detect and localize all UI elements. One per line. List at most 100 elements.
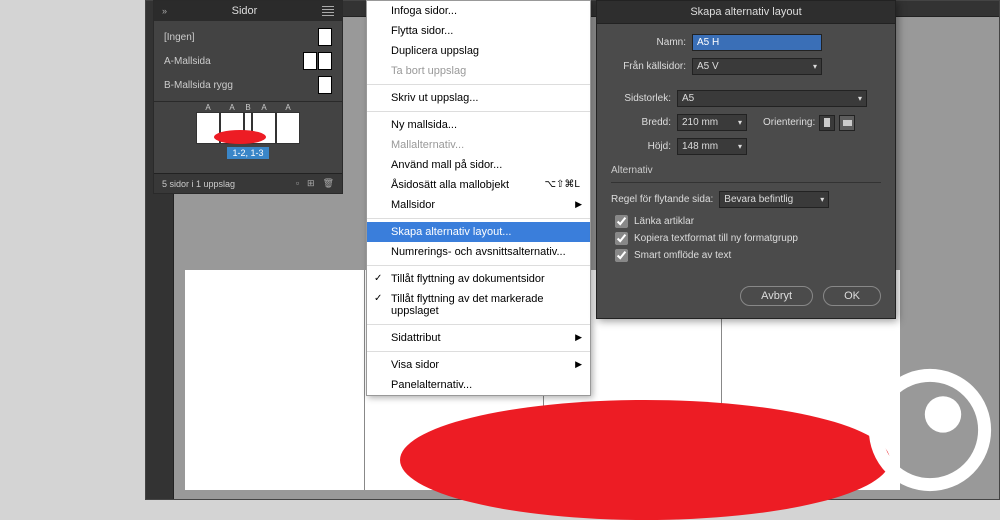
menu-master-pages[interactable]: Mallsidor▶	[367, 195, 590, 215]
menu-override-master[interactable]: Åsidosätt alla mallobjekt⌥⇧⌘L	[367, 175, 590, 195]
submenu-arrow-icon: ▶	[575, 332, 582, 343]
dialog-body: Namn: Från källsidor: A5 V▾ Sidstorlek: …	[597, 24, 895, 276]
liquid-rule-row: Regel för flytande sida: Bevara befintli…	[611, 191, 881, 208]
new-page-icon[interactable]: ⊞	[307, 178, 315, 189]
smart-reflow-label: Smart omflöde av text	[634, 250, 731, 261]
source-label: Från källsidor:	[611, 61, 686, 72]
check-icon: ✓	[374, 273, 382, 284]
pages-panel: » Sidor [Ingen] A-Mallsida B-Mallsida ry…	[153, 0, 343, 194]
name-label: Namn:	[611, 37, 686, 48]
master-thumb	[318, 28, 332, 46]
name-input[interactable]	[692, 34, 822, 51]
master-none-row[interactable]: [Ingen]	[154, 25, 342, 49]
link-stories-row[interactable]: Länka artiklar	[615, 215, 881, 228]
check-icon: ✓	[374, 293, 382, 304]
master-label: A-Mallsida	[164, 56, 211, 67]
dialog-title: Skapa alternativ layout	[597, 1, 895, 24]
footer-icons: ▫ ⊞ 🗑	[296, 178, 334, 189]
source-row: Från källsidor: A5 V▾	[611, 58, 881, 75]
panel-footer: 5 sidor i 1 uppslag ▫ ⊞ 🗑	[154, 173, 342, 193]
menu-allow-doc-shuffle[interactable]: ✓Tillåt flyttning av dokumentsidor	[367, 269, 590, 289]
panel-context-menu: Infoga sidor... Flytta sidor... Duplicer…	[366, 0, 591, 396]
master-thumb	[318, 76, 332, 94]
smart-reflow-row[interactable]: Smart omflöde av text	[615, 249, 881, 262]
menu-print-spread[interactable]: Skriv ut uppslag...	[367, 88, 590, 108]
copy-styles-checkbox[interactable]	[615, 232, 628, 245]
chevron-down-icon: ▾	[820, 195, 824, 204]
menu-new-master[interactable]: Ny mallsida...	[367, 115, 590, 135]
menu-separator	[367, 111, 590, 112]
width-input[interactable]: 210 mm▾	[677, 114, 747, 131]
pagesize-select[interactable]: A5▾	[677, 90, 867, 107]
edit-page-size-icon[interactable]: ▫	[296, 178, 299, 189]
stepper-icon: ▾	[738, 142, 742, 151]
page-numbers-label[interactable]: 1-2, 1-3	[227, 147, 268, 159]
menu-separator	[367, 324, 590, 325]
section-divider	[611, 182, 881, 183]
pages-area[interactable]: A A B A A 1-2, 1-3	[154, 106, 342, 169]
master-label: B-Mallsida rygg	[164, 80, 233, 91]
footer-status: 5 sidor i 1 uppslag	[162, 179, 235, 189]
brand-logo-icon	[865, 365, 995, 495]
menu-panel-options[interactable]: Panelalternativ...	[367, 375, 590, 395]
create-alternate-layout-dialog: Skapa alternativ layout Namn: Från källs…	[596, 0, 896, 319]
menu-allow-spread-shuffle[interactable]: ✓Tillåt flyttning av det markerade uppsl…	[367, 289, 590, 321]
shortcut-label: ⌥⇧⌘L	[545, 179, 580, 190]
submenu-arrow-icon: ▶	[575, 359, 582, 370]
red-ellipse-thumb	[214, 130, 266, 144]
menu-separator	[367, 351, 590, 352]
master-thumb-spread	[303, 52, 332, 70]
page-thumb[interactable]: A	[276, 112, 300, 144]
submenu-arrow-icon: ▶	[575, 199, 582, 210]
panel-header: » Sidor	[154, 1, 342, 21]
link-stories-label: Länka artiklar	[634, 216, 694, 227]
source-select[interactable]: A5 V▾	[692, 58, 822, 75]
master-b-row[interactable]: B-Mallsida rygg	[154, 73, 342, 97]
orientation-group: Orientering:	[763, 115, 855, 131]
menu-view-pages[interactable]: Visa sidor▶	[367, 355, 590, 375]
orientation-portrait-button[interactable]	[819, 115, 835, 131]
ok-button[interactable]: OK	[823, 286, 881, 306]
trash-icon[interactable]: 🗑	[323, 178, 334, 189]
dialog-button-row: Avbryt OK	[597, 276, 895, 318]
cancel-button[interactable]: Avbryt	[740, 286, 813, 306]
chevron-down-icon: ▾	[858, 94, 862, 103]
panel-menu-icon[interactable]	[322, 6, 334, 16]
menu-separator	[367, 84, 590, 85]
menu-duplicate-spread[interactable]: Duplicera uppslag	[367, 41, 590, 61]
options-section-label: Alternativ	[611, 165, 881, 176]
menu-create-alternate-layout[interactable]: Skapa alternativ layout...	[367, 222, 590, 242]
menu-apply-master[interactable]: Använd mall på sidor...	[367, 155, 590, 175]
collapse-chevrons-icon[interactable]: »	[162, 6, 167, 16]
orientation-label: Orientering:	[763, 117, 815, 128]
liquid-rule-select[interactable]: Bevara befintlig▾	[719, 191, 829, 208]
menu-separator	[367, 218, 590, 219]
name-row: Namn:	[611, 34, 881, 51]
page-spread[interactable]: A A B A A	[196, 112, 300, 144]
menu-numbering-options[interactable]: Numrerings- och avsnittsalternativ...	[367, 242, 590, 262]
height-label: Höjd:	[611, 141, 671, 152]
menu-move-pages[interactable]: Flytta sidor...	[367, 21, 590, 41]
width-row: Bredd: 210 mm▾ Orientering:	[611, 114, 881, 131]
liquid-rule-label: Regel för flytande sida:	[611, 194, 713, 205]
red-ellipse-object[interactable]	[400, 400, 890, 520]
pagesize-label: Sidstorlek:	[611, 93, 671, 104]
pagesize-row: Sidstorlek: A5▾	[611, 90, 881, 107]
copy-styles-row[interactable]: Kopiera textformat till ny formatgrupp	[615, 232, 881, 245]
panel-divider	[154, 101, 342, 102]
menu-insert-pages[interactable]: Infoga sidor...	[367, 1, 590, 21]
menu-page-attributes[interactable]: Sidattribut▶	[367, 328, 590, 348]
chevron-down-icon: ▾	[813, 62, 817, 71]
menu-delete-spread: Ta bort uppslag	[367, 61, 590, 81]
link-stories-checkbox[interactable]	[615, 215, 628, 228]
page-boundary	[364, 270, 365, 490]
orientation-landscape-button[interactable]	[839, 115, 855, 131]
height-input[interactable]: 148 mm▾	[677, 138, 747, 155]
stepper-icon: ▾	[738, 118, 742, 127]
master-a-row[interactable]: A-Mallsida	[154, 49, 342, 73]
panel-title: Sidor	[232, 5, 258, 17]
smart-reflow-checkbox[interactable]	[615, 249, 628, 262]
panel-body: [Ingen] A-Mallsida B-Mallsida rygg A A B…	[154, 21, 342, 173]
width-label: Bredd:	[611, 117, 671, 128]
menu-master-options: Mallalternativ...	[367, 135, 590, 155]
